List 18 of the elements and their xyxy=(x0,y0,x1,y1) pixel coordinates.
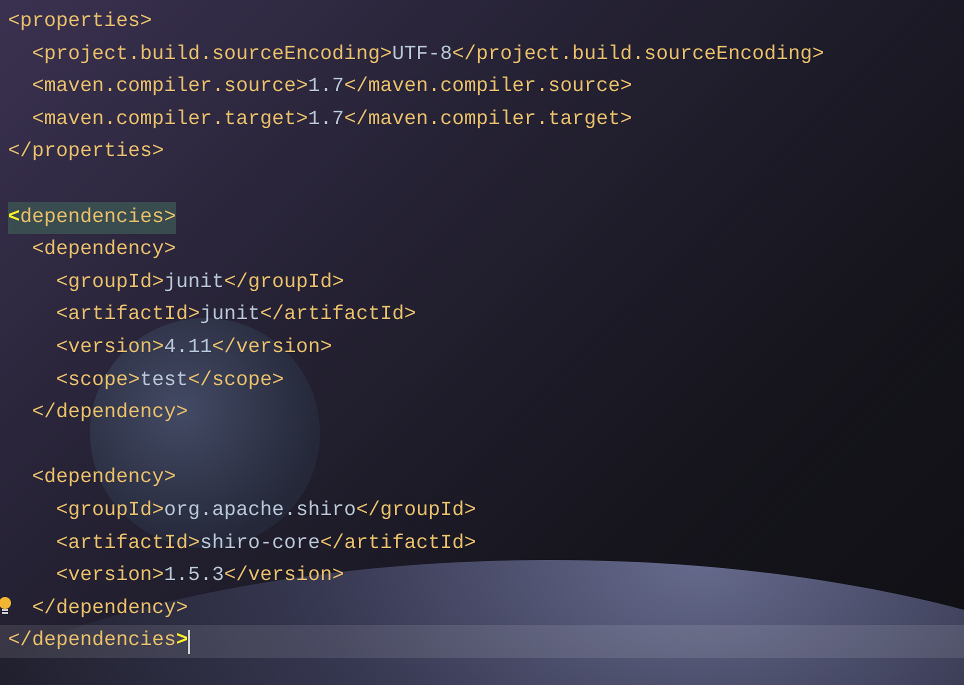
code-line: <version>1.5.3</version> xyxy=(56,563,344,590)
code-line: <properties> xyxy=(8,9,152,35)
code-line: <scope>test</scope> xyxy=(56,368,284,394)
code-line: <maven.compiler.target>1.7</maven.compiler.target> xyxy=(32,106,632,133)
code-line: <groupId>junit</groupId> xyxy=(56,270,344,296)
code-line: </dependencies> xyxy=(8,628,188,654)
code-line: <artifactId>shiro-core</artifactId> xyxy=(56,530,476,556)
code-line: <groupId>org.apache.shiro</groupId> xyxy=(56,498,476,524)
code-line: </dependency> xyxy=(32,400,188,426)
code-line: </dependency> xyxy=(32,596,188,622)
code-line: <dependency> xyxy=(32,237,176,264)
code-line: <maven.compiler.source>1.7</maven.compiler.source> xyxy=(32,74,632,100)
text-cursor xyxy=(188,630,190,654)
code-line: <artifactId>junit</artifactId> xyxy=(56,302,416,328)
code-line: <dependency> xyxy=(32,465,176,492)
code-line: <project.build.sourceEncoding>UTF-8</project.build.sourceEncoding> xyxy=(32,42,824,68)
code-line: </properties> xyxy=(8,139,164,166)
code-line: <version>4.11</version> xyxy=(56,334,332,361)
